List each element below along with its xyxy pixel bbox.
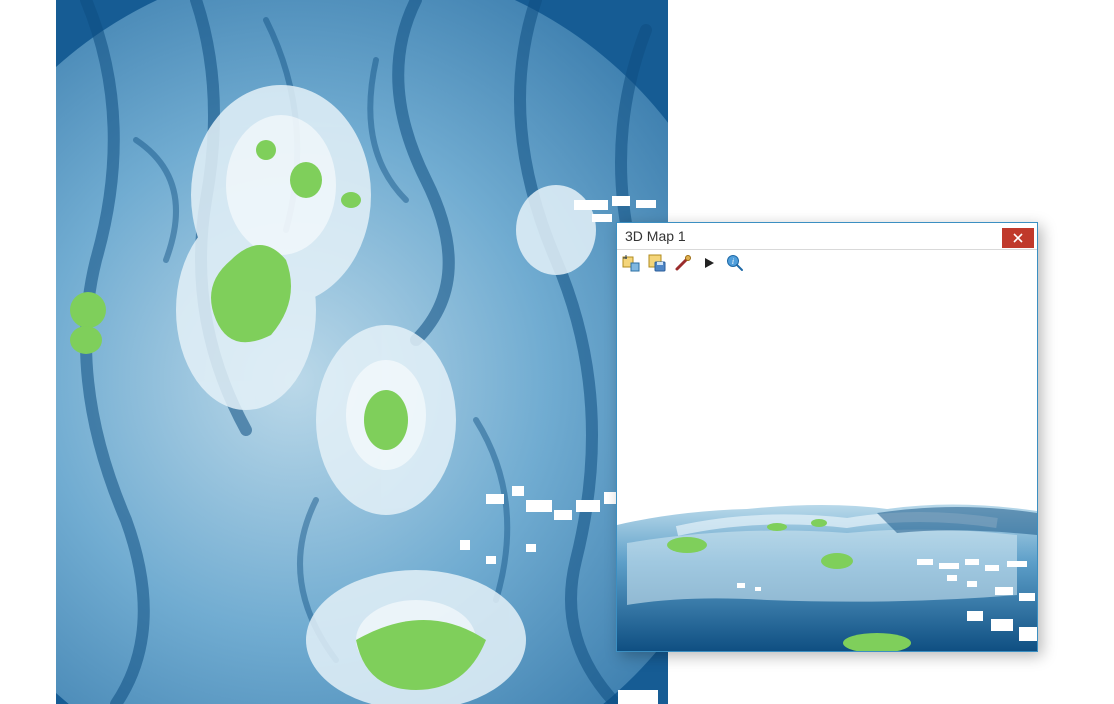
identify-icon: i: [726, 254, 744, 272]
panel-title: 3D Map 1: [617, 224, 1002, 248]
set-camera-icon: [622, 254, 640, 272]
close-icon: [1013, 233, 1023, 243]
svg-text:i: i: [732, 257, 734, 266]
save-image-button[interactable]: [647, 253, 667, 273]
play-button[interactable]: [699, 253, 719, 273]
options-icon: [674, 254, 692, 272]
options-button[interactable]: [673, 253, 693, 273]
panel-3d-viewport[interactable]: [617, 275, 1037, 651]
play-icon: [702, 256, 716, 270]
panel-toolbar: i: [617, 249, 1037, 277]
set-camera-button[interactable]: [621, 253, 641, 273]
close-button[interactable]: [1002, 228, 1034, 248]
panel-3d-map: 3D Map 1: [616, 222, 1038, 652]
save-image-icon: [648, 254, 666, 272]
panel-titlebar[interactable]: 3D Map 1: [617, 223, 1037, 249]
terrain-map-2d[interactable]: [56, 0, 668, 704]
identify-button[interactable]: i: [725, 253, 745, 273]
